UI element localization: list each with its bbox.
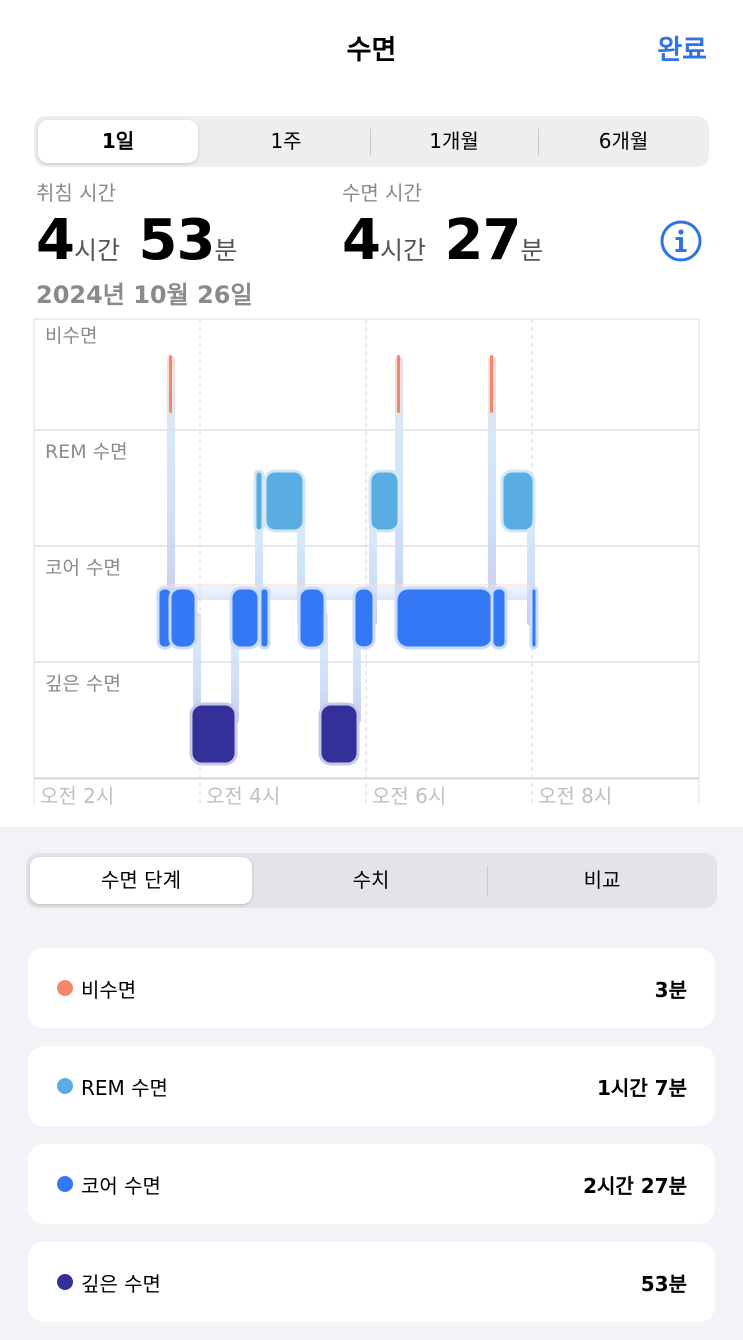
- core-segment: [529, 586, 539, 650]
- core-dot-icon: [57, 1176, 73, 1192]
- stage-value: 1시간 7분: [597, 1076, 687, 1100]
- rem-segment: [263, 469, 306, 533]
- sleep-panel: 수면 완료 1일 1주 1개월 6개월 취침 시간 4시간 53분 수면 시간 …: [0, 0, 743, 827]
- deep-dot-icon: [57, 1274, 73, 1290]
- stage-value: 3분: [654, 978, 687, 1002]
- y-label-deep: 깊은 수면: [45, 673, 121, 695]
- stage-row-deep[interactable]: 깊은 수면 53분: [28, 1242, 715, 1322]
- core-segment: [490, 586, 508, 650]
- x-tick-label: 오전 2시: [40, 784, 115, 808]
- core-segment: [352, 586, 376, 650]
- chart-grid: [33, 318, 700, 805]
- stage-value: 53분: [640, 1272, 687, 1296]
- stage-name: 코어 수면: [81, 1174, 161, 1198]
- rem-segment: [500, 469, 536, 533]
- tab-values[interactable]: 수치: [256, 853, 486, 908]
- y-label-rem: REM 수면: [45, 441, 128, 463]
- y-label-core: 코어 수면: [45, 557, 121, 579]
- awake-segment: [169, 355, 172, 413]
- detail-segmented-control: 수면 단계 수치 비교: [26, 853, 717, 908]
- stage-name: 비수면: [81, 978, 137, 1002]
- y-label-awake: 비수면: [45, 325, 98, 347]
- awake-dot-icon: [57, 980, 73, 996]
- x-tick-label: 오전 4시: [206, 784, 281, 808]
- deep-segment: [189, 702, 238, 766]
- core-segment: [168, 586, 198, 650]
- core-segment: [394, 586, 495, 650]
- rem-segment: [253, 469, 265, 533]
- core-segment: [297, 586, 327, 650]
- awake-segment: [397, 355, 400, 413]
- x-tick-label: 오전 6시: [372, 784, 447, 808]
- x-tick-label: 오전 8시: [538, 784, 613, 808]
- stage-name: REM 수면: [81, 1076, 168, 1100]
- core-segment: [229, 586, 261, 650]
- core-segment: [258, 586, 271, 650]
- stage-row-awake[interactable]: 비수면 3분: [28, 948, 715, 1028]
- stage-row-rem[interactable]: REM 수면 1시간 7분: [28, 1046, 715, 1126]
- deep-segments: [189, 702, 360, 766]
- deep-segment: [318, 702, 360, 766]
- awake-segments: [169, 355, 493, 413]
- sleep-stage-chart: [33, 318, 700, 805]
- tab-sleep-stages[interactable]: 수면 단계: [30, 853, 252, 908]
- rem-segment: [368, 469, 401, 533]
- stage-name: 깊은 수면: [81, 1272, 161, 1296]
- rem-dot-icon: [57, 1078, 73, 1094]
- stage-connectors: [158, 356, 538, 724]
- stage-value: 2시간 27분: [583, 1174, 687, 1198]
- tab-compare[interactable]: 비교: [487, 853, 717, 908]
- awake-segment: [490, 355, 493, 413]
- stage-row-core[interactable]: 코어 수면 2시간 27분: [28, 1144, 715, 1224]
